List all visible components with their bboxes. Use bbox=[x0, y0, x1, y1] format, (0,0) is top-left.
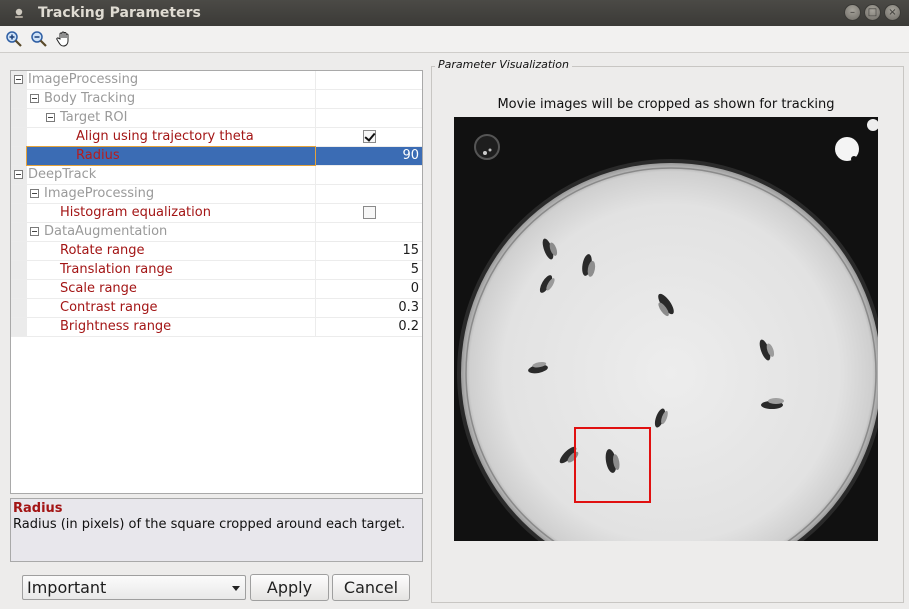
tree-row-scale-range[interactable]: Scale range 0 bbox=[11, 280, 422, 299]
tree-row-label: Body Tracking bbox=[44, 91, 136, 106]
tree-row-label: Histogram equalization bbox=[60, 205, 211, 220]
description-text: Radius (in pixels) of the square cropped… bbox=[13, 517, 406, 532]
radius-value-field[interactable]: 90 bbox=[402, 147, 419, 165]
tree-row-label: Rotate range bbox=[60, 243, 145, 258]
tree-row-label: DeepTrack bbox=[28, 167, 97, 182]
tree-row-label: ImageProcessing bbox=[28, 72, 139, 87]
collapse-icon[interactable] bbox=[14, 75, 23, 84]
maximize-icon[interactable]: □ bbox=[864, 4, 881, 21]
pan-hand-icon[interactable] bbox=[54, 29, 74, 49]
collapse-icon[interactable] bbox=[14, 170, 23, 179]
parameter-tree: ImageProcessing Body Tracking Target ROI… bbox=[10, 70, 423, 494]
tree-row-data-augmentation[interactable]: DataAugmentation bbox=[11, 223, 422, 242]
tree-row-label: Brightness range bbox=[60, 319, 172, 334]
tree-row-imageprocessing[interactable]: ImageProcessing bbox=[11, 71, 422, 90]
collapse-icon[interactable] bbox=[30, 189, 39, 198]
visualization-caption: Movie images will be cropped as shown fo… bbox=[497, 97, 835, 112]
tree-row-body-tracking[interactable]: Body Tracking bbox=[11, 90, 422, 109]
app-icon bbox=[11, 5, 27, 21]
tree-row-label: Radius bbox=[76, 148, 120, 163]
collapse-icon[interactable] bbox=[46, 113, 55, 122]
chevron-down-icon bbox=[232, 586, 240, 591]
zoom-in-icon[interactable] bbox=[4, 29, 24, 49]
tree-row-deeptrack-imageprocessing[interactable]: ImageProcessing bbox=[11, 185, 422, 204]
tree-row-label: Align using trajectory theta bbox=[76, 129, 254, 144]
cancel-button[interactable]: Cancel bbox=[332, 574, 410, 601]
parameter-level-value: Important bbox=[27, 578, 107, 597]
parameter-level-select[interactable]: Important bbox=[22, 575, 246, 600]
tree-row-label: ImageProcessing bbox=[44, 186, 155, 201]
title-bar: Tracking Parameters – □ × bbox=[0, 0, 909, 26]
window-controls: – □ × bbox=[844, 4, 901, 21]
zoom-out-icon[interactable] bbox=[29, 29, 49, 49]
toolbar bbox=[0, 26, 909, 53]
brightness-range-value[interactable]: 0.2 bbox=[398, 318, 419, 336]
scale-range-value[interactable]: 0 bbox=[411, 280, 419, 298]
tree-row-label: Scale range bbox=[60, 281, 137, 296]
visualization-legend: Parameter Visualization bbox=[435, 58, 572, 71]
align-trajectory-checkbox[interactable] bbox=[363, 130, 376, 143]
description-title: Radius bbox=[13, 501, 63, 516]
histogram-equalization-checkbox[interactable] bbox=[363, 206, 376, 219]
tree-row-align-trajectory[interactable]: Align using trajectory theta bbox=[11, 128, 422, 147]
collapse-icon[interactable] bbox=[30, 227, 39, 236]
contrast-range-value[interactable]: 0.3 bbox=[398, 299, 419, 317]
tree-row-target-roi[interactable]: Target ROI bbox=[11, 109, 422, 128]
tree-row-brightness-range[interactable]: Brightness range 0.2 bbox=[11, 318, 422, 337]
tree-row-label: Contrast range bbox=[60, 300, 158, 315]
tree-row-radius[interactable]: Radius 90 bbox=[11, 146, 422, 166]
close-icon[interactable]: × bbox=[884, 4, 901, 21]
tree-row-histogram-equalization[interactable]: Histogram equalization bbox=[11, 204, 422, 223]
tree-row-rotate-range[interactable]: Rotate range 15 bbox=[11, 242, 422, 261]
tree-row-contrast-range[interactable]: Contrast range 0.3 bbox=[11, 299, 422, 318]
tree-row-label: DataAugmentation bbox=[44, 224, 168, 239]
window-title: Tracking Parameters bbox=[38, 5, 201, 21]
tree-row-translation-range[interactable]: Translation range 5 bbox=[11, 261, 422, 280]
parameter-description: Radius Radius (in pixels) of the square … bbox=[10, 498, 423, 562]
collapse-icon[interactable] bbox=[30, 94, 39, 103]
rotate-range-value[interactable]: 15 bbox=[402, 242, 419, 260]
apply-button[interactable]: Apply bbox=[250, 574, 329, 601]
tree-row-label: Translation range bbox=[60, 262, 173, 277]
minimize-icon[interactable]: – bbox=[844, 4, 861, 21]
translation-range-value[interactable]: 5 bbox=[411, 261, 419, 279]
tree-row-label: Target ROI bbox=[60, 110, 128, 125]
movie-frame-image bbox=[454, 117, 885, 587]
tree-row-deeptrack[interactable]: DeepTrack bbox=[11, 166, 422, 185]
